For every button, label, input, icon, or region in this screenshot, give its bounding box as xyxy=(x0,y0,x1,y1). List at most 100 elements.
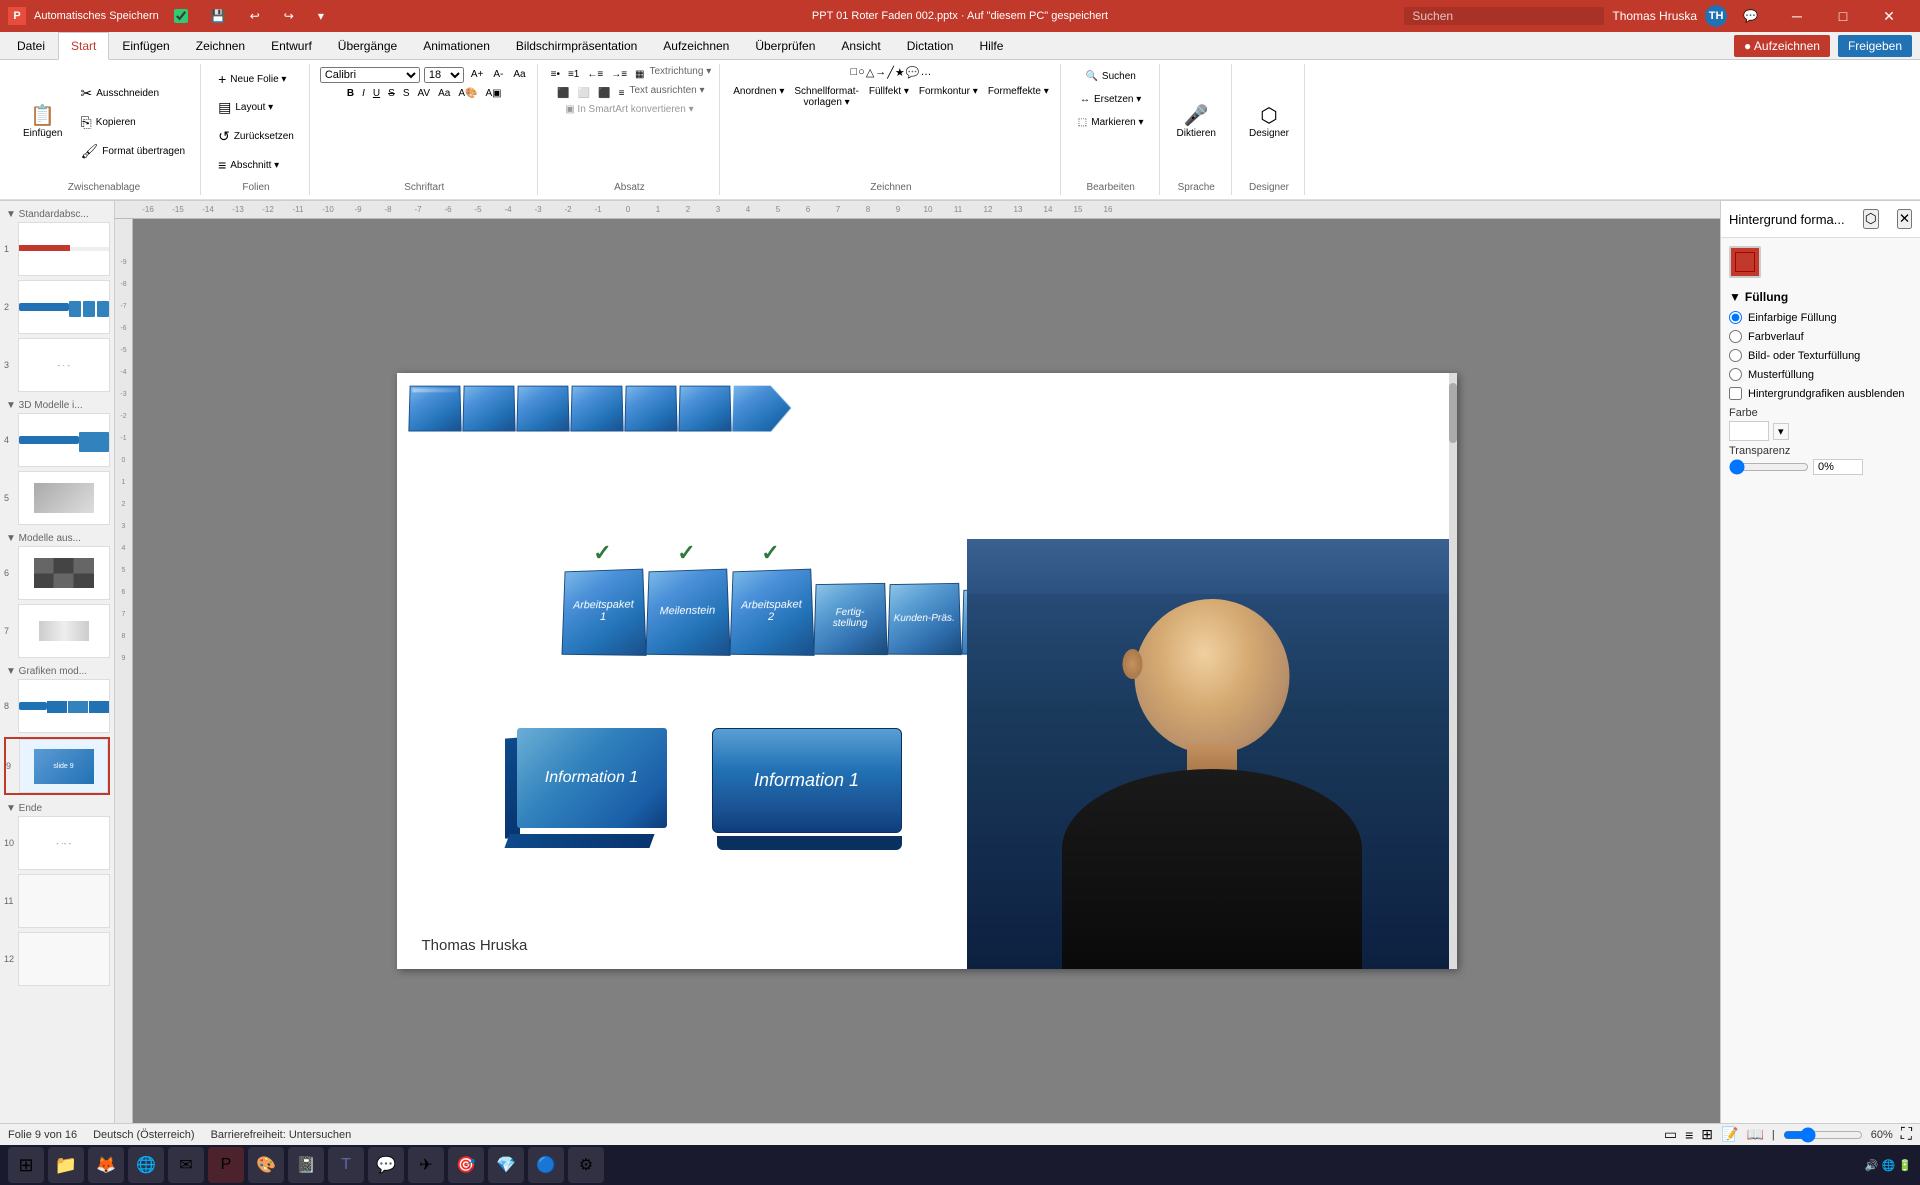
search-input[interactable] xyxy=(1404,7,1604,25)
formkontour-button[interactable]: Formkontur ▾ xyxy=(916,83,981,111)
taskbar-chrome[interactable]: 🌐 xyxy=(128,1147,164,1183)
zoom-slider[interactable] xyxy=(1783,1127,1863,1143)
tab-ueberpruefen[interactable]: Überprüfen xyxy=(742,32,828,60)
color-swatch[interactable] xyxy=(1729,421,1769,441)
column-button[interactable]: ▦ xyxy=(632,66,647,83)
increase-font-button[interactable]: A+ xyxy=(468,66,487,83)
slide-group-grafiken-label[interactable]: ▼ Grafiken mod... xyxy=(4,662,110,679)
tab-datei[interactable]: Datei xyxy=(4,32,58,60)
undo-button[interactable]: ↩ xyxy=(242,7,268,25)
transparency-input[interactable] xyxy=(1813,459,1863,475)
slide-8-thumb[interactable] xyxy=(18,679,110,733)
slide-10-thumb[interactable]: - ·- - xyxy=(18,816,110,870)
slide-group-3d-label[interactable]: ▼ 3D Modelle i... xyxy=(4,396,110,413)
fuellung-button[interactable]: Füllfekt ▾ xyxy=(866,83,912,111)
reading-view-button[interactable]: 📖 xyxy=(1746,1126,1763,1143)
align-left-button[interactable]: ⬛ xyxy=(554,85,572,102)
layout-button[interactable]: ▤ Layout ▾ xyxy=(211,94,301,121)
canvas-scrollbar[interactable] xyxy=(1449,373,1457,969)
autosave-checkbox[interactable] xyxy=(167,9,195,23)
slide-group-modelle-label[interactable]: ▼ Modelle aus... xyxy=(4,529,110,546)
shape-more[interactable]: … xyxy=(920,66,931,79)
right-panel-expand-button[interactable]: ⬡ xyxy=(1863,209,1879,229)
align-right-button[interactable]: ⬛ xyxy=(595,85,613,102)
taskbar-mail[interactable]: ✉ xyxy=(168,1147,204,1183)
fill-collapse-icon[interactable]: ▼ xyxy=(1729,290,1741,304)
font-size-select[interactable]: 18 xyxy=(424,67,464,83)
fill-radio-solid[interactable] xyxy=(1729,311,1742,324)
comments-button[interactable]: 💬 xyxy=(1735,7,1766,25)
slide-7-thumb[interactable] xyxy=(18,604,110,658)
color-picker-button[interactable]: ▾ xyxy=(1773,423,1789,440)
neue-folie-button[interactable]: + Neue Folie ▾ xyxy=(211,66,301,92)
anordnen-button[interactable]: Anordnen ▾ xyxy=(730,83,787,111)
taskbar-app6[interactable]: 🎯 xyxy=(448,1147,484,1183)
slide-9-thumb[interactable]: slide 9 xyxy=(19,739,108,793)
paste-button[interactable]: 📋 Einfügen xyxy=(16,101,69,144)
tab-hilfe[interactable]: Hilfe xyxy=(966,32,1016,60)
taskbar-app7[interactable]: 💎 xyxy=(488,1147,524,1183)
markieren-button[interactable]: ⬚ Markieren ▾ xyxy=(1071,112,1151,133)
redo-button[interactable]: ↪ xyxy=(276,7,302,25)
taskbar-firefox[interactable]: 🦊 xyxy=(88,1147,124,1183)
save-button[interactable]: 💾 xyxy=(203,7,234,25)
bullet-list-button[interactable]: ≡• xyxy=(548,66,563,83)
shape-rect[interactable]: □ xyxy=(851,66,858,79)
tab-start[interactable]: Start xyxy=(58,32,109,60)
slide-group-ende-label[interactable]: ▼ Ende xyxy=(4,799,110,816)
designer-button[interactable]: ⬡ Designer xyxy=(1242,101,1296,144)
slide-page[interactable]: ✓ Arbeitspaket1 ✓ Meilenstein ✓ Arbeitsp… xyxy=(397,373,1457,969)
slide-4-thumb[interactable] xyxy=(18,413,110,467)
slide-11-thumb[interactable] xyxy=(18,874,110,928)
formeffekte-button[interactable]: Formeffekte ▾ xyxy=(985,83,1052,111)
taskbar-app3[interactable]: 🎨 xyxy=(248,1147,284,1183)
taskbar-settings[interactable]: ⚙ xyxy=(568,1147,604,1183)
fill-option-solid[interactable]: Einfarbige Füllung xyxy=(1729,308,1912,327)
autosave-toggle[interactable] xyxy=(167,9,195,23)
highlight-button[interactable]: A▣ xyxy=(482,85,504,102)
fill-option-pattern[interactable]: Musterfüllung xyxy=(1729,365,1912,384)
normal-view-button[interactable]: ▭ xyxy=(1664,1126,1677,1143)
increase-indent-button[interactable]: →≡ xyxy=(608,66,630,83)
tab-entwurf[interactable]: Entwurf xyxy=(258,32,325,60)
diktieren-button[interactable]: 🎤 Diktieren xyxy=(1170,101,1223,144)
tab-zeichnen[interactable]: Zeichnen xyxy=(183,32,258,60)
freigeben-button[interactable]: Freigeben xyxy=(1838,35,1912,57)
fill-option-gradient[interactable]: Farbverlauf xyxy=(1729,327,1912,346)
slide-1-thumb[interactable] xyxy=(18,222,110,276)
aufzeichnen-button[interactable]: ● Aufzeichnen xyxy=(1734,35,1830,57)
taskbar-chat[interactable]: 💬 xyxy=(368,1147,404,1183)
font-color-button[interactable]: A🎨 xyxy=(455,85,480,102)
shape-callout[interactable]: 💬 xyxy=(906,66,920,79)
shape-circle[interactable]: ○ xyxy=(858,66,865,79)
taskbar-app8[interactable]: 🔵 xyxy=(528,1147,564,1183)
abschnitt-button[interactable]: ≡ Abschnitt ▾ xyxy=(211,152,301,178)
ersetzen-button[interactable]: ↔ Ersetzen ▾ xyxy=(1073,89,1148,110)
fit-slide-button[interactable]: ⛶ xyxy=(1901,1126,1912,1144)
shadow-button[interactable]: S xyxy=(400,85,413,102)
tab-uebergaenge[interactable]: Übergänge xyxy=(325,32,410,60)
shape-arrow[interactable]: → xyxy=(875,66,886,79)
font-family-select[interactable]: Calibri xyxy=(320,67,420,83)
align-center-button[interactable]: ⬜ xyxy=(575,85,593,102)
cut-button[interactable]: ✂ Ausschneiden xyxy=(73,80,192,107)
customize-qat-button[interactable]: ▾ xyxy=(310,7,332,25)
tab-animationen[interactable]: Animationen xyxy=(410,32,503,60)
slide-6-thumb[interactable] xyxy=(18,546,110,600)
fill-radio-pattern[interactable] xyxy=(1729,368,1742,381)
justify-button[interactable]: ≡ xyxy=(616,85,628,102)
fill-color-button[interactable] xyxy=(1729,246,1761,278)
decrease-font-button[interactable]: A- xyxy=(490,66,506,83)
strikethrough-button[interactable]: S xyxy=(385,85,398,102)
format-transfer-button[interactable]: 🖌 Format übertragen xyxy=(73,138,192,165)
taskbar-explorer[interactable]: 📁 xyxy=(48,1147,84,1183)
tab-ansicht[interactable]: Ansicht xyxy=(828,32,893,60)
close-button[interactable]: ✕ xyxy=(1866,0,1912,32)
clear-format-button[interactable]: Aa xyxy=(510,66,528,83)
slide-2-thumb[interactable] xyxy=(18,280,110,334)
shape-star[interactable]: ★ xyxy=(895,66,905,79)
tab-praesentation[interactable]: Bildschirmpräsentation xyxy=(503,32,650,60)
taskbar-app5[interactable]: ✈ xyxy=(408,1147,444,1183)
shape-line[interactable]: ╱ xyxy=(887,66,894,79)
bold-button[interactable]: B xyxy=(344,85,357,102)
